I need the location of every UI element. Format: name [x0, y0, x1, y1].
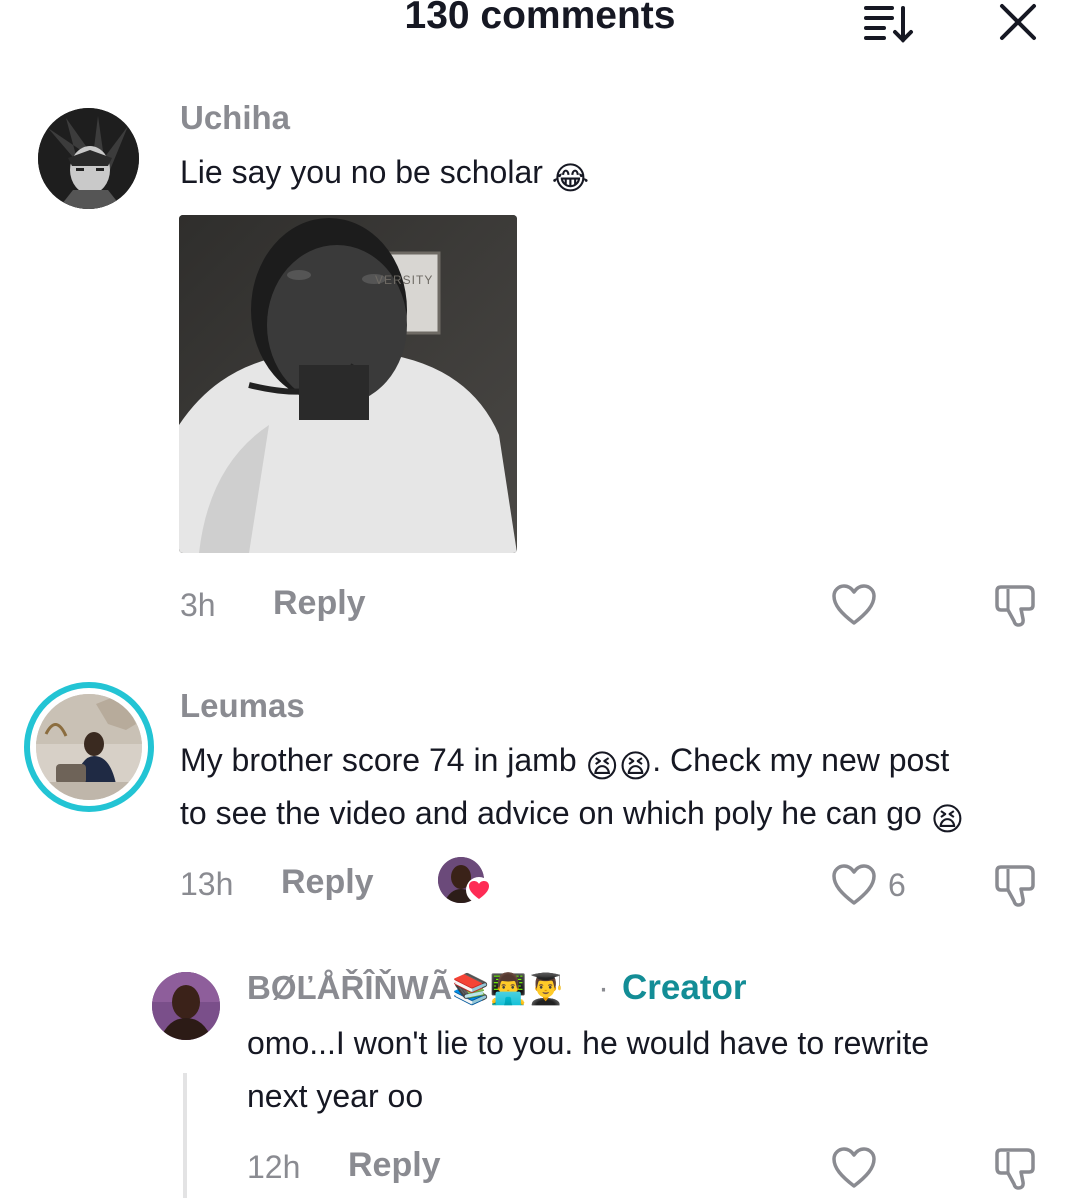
- comment-text: My brother score 74 in jamb 😫😫. Check my…: [180, 734, 949, 793]
- comment-time: 3h: [180, 587, 216, 623]
- comment-text-line2: to see the video and advice on which pol…: [180, 787, 964, 846]
- comment-text-body: Lie say you no be scholar: [180, 154, 543, 190]
- comment-text-body: . Check my new post: [652, 742, 950, 778]
- creator-liked-badge: [438, 857, 494, 907]
- avatar-leumas[interactable]: [36, 694, 142, 800]
- dislike-icon[interactable]: [993, 1146, 1041, 1192]
- heart-icon[interactable]: [831, 1146, 877, 1190]
- comment-text-body: My brother score 74 in jamb: [180, 742, 577, 778]
- username-emoji: 📚👨‍💻👨‍🎓: [452, 973, 565, 1006]
- comment-text: omo...I won't lie to you. he would have …: [247, 1025, 930, 1061]
- comment-text-line2: next year oo: [247, 1078, 424, 1114]
- heart-icon[interactable]: [831, 583, 877, 627]
- like-count: 6: [888, 867, 906, 903]
- heart-icon[interactable]: [831, 863, 877, 907]
- comment-username[interactable]: BØĽÅŘÎŇWÃ📚👨‍💻👨‍🎓: [247, 968, 564, 1010]
- comment-text: Lie say you no be scholar 😂: [180, 146, 589, 205]
- reply-thread-line: [183, 1073, 187, 1198]
- comment-text-body: to see the video and advice on which pol…: [180, 795, 922, 831]
- reply-button[interactable]: Reply: [273, 583, 366, 623]
- comment-username[interactable]: Leumas: [180, 686, 305, 726]
- reply-button[interactable]: Reply: [281, 862, 374, 902]
- tears-of-joy-emoji: 😂: [551, 160, 590, 196]
- comment-username[interactable]: Uchiha: [180, 98, 290, 138]
- avatar-creator[interactable]: [152, 972, 220, 1040]
- comment-sticker-image[interactable]: VERSITY: [179, 215, 517, 553]
- creator-badge: Creator: [622, 968, 747, 1007]
- comment-time: 13h: [180, 866, 234, 902]
- avatar-uchiha[interactable]: [38, 108, 139, 209]
- comment-time: 12h: [247, 1149, 301, 1185]
- reply-button[interactable]: Reply: [348, 1145, 441, 1185]
- dislike-icon[interactable]: [993, 863, 1041, 909]
- tired-face-emoji: 😫: [930, 801, 965, 837]
- dislike-icon[interactable]: [993, 583, 1041, 629]
- separator-dot: ·: [598, 969, 609, 1006]
- comments-title: 130 comments: [404, 0, 676, 37]
- close-icon[interactable]: [998, 2, 1038, 42]
- sort-icon[interactable]: [862, 2, 914, 44]
- heart-badge: [466, 877, 492, 903]
- creator-username-text: BØĽÅŘÎŇWÃ: [247, 969, 453, 1006]
- tired-face-emoji: 😫😫: [585, 748, 653, 784]
- sticker-sign-text: VERSITY: [375, 273, 434, 287]
